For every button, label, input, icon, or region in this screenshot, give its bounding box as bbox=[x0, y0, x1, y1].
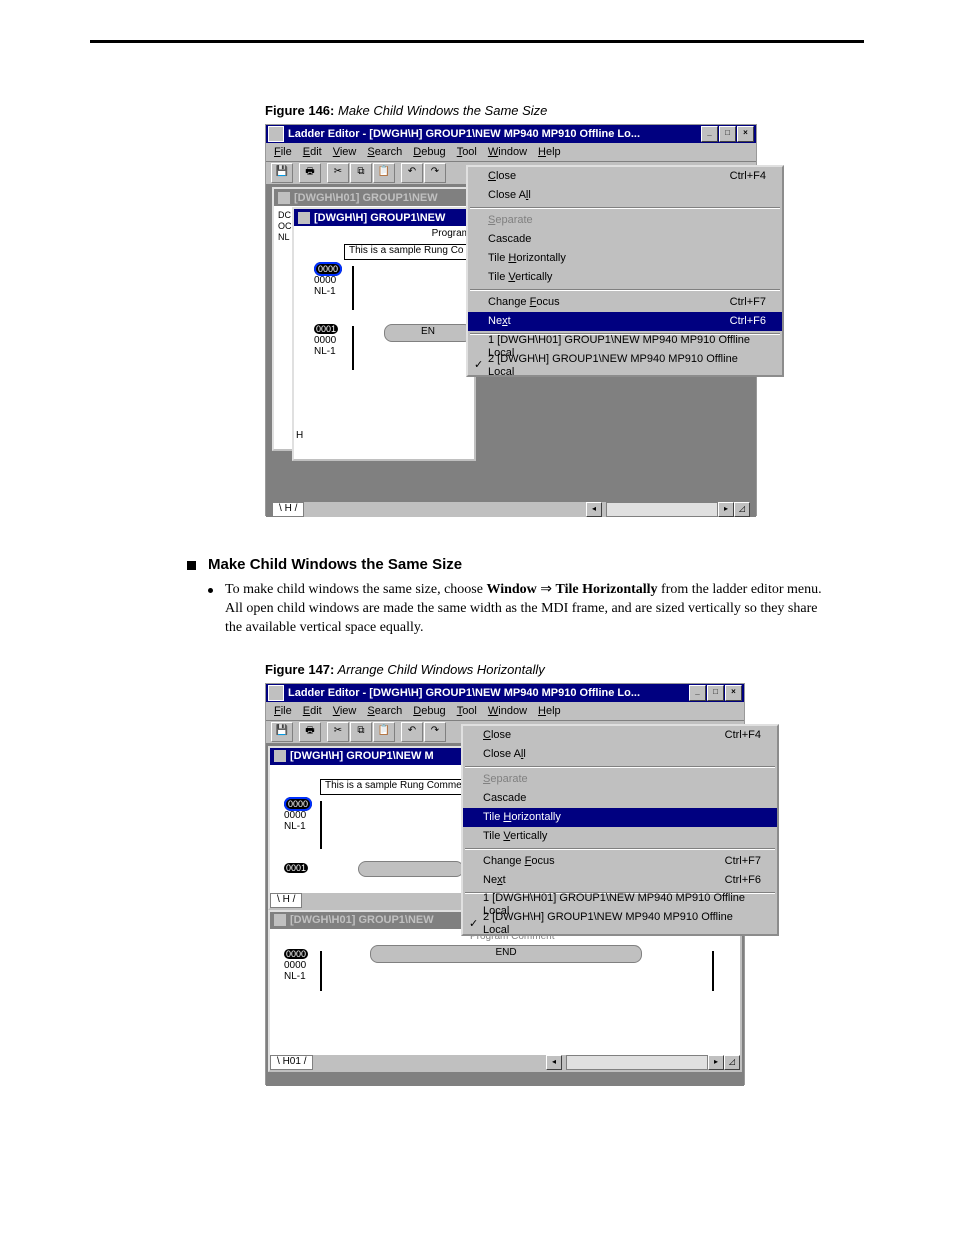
app-icon bbox=[268, 685, 284, 701]
menu-item-separate: Separate bbox=[463, 770, 777, 789]
scroll-right-button[interactable]: ▸ bbox=[718, 502, 734, 517]
menu-item-close-all[interactable]: Close All bbox=[463, 745, 777, 764]
menu-item-tile-v[interactable]: Tile Vertically bbox=[463, 827, 777, 846]
bullet-dot-icon bbox=[208, 588, 213, 593]
resize-grip-icon[interactable]: ◿ bbox=[734, 502, 750, 517]
end-block: END bbox=[370, 945, 642, 963]
menu-window[interactable]: Window bbox=[488, 705, 527, 717]
menu-file[interactable]: File bbox=[274, 705, 292, 717]
rung-comment: This is a sample Rung Co bbox=[344, 244, 472, 260]
menu-search[interactable]: Search bbox=[367, 705, 402, 717]
menu-item-window-2[interactable]: ✓2 [DWGH\H] GROUP1\NEW MP940 MP910 Offli… bbox=[463, 915, 777, 934]
menu-item-window-2[interactable]: ✓2 [DWGH\H] GROUP1\NEW MP940 MP910 Offli… bbox=[468, 356, 782, 375]
menu-tool[interactable]: Tool bbox=[457, 146, 477, 158]
close-button[interactable]: × bbox=[725, 685, 742, 701]
window-menu: CloseCtrl+F4 Close All Separate Cascade … bbox=[461, 724, 779, 936]
tab-h-upper: H bbox=[296, 430, 303, 441]
redo-icon[interactable]: ↷ bbox=[424, 722, 446, 742]
menu-window[interactable]: Window bbox=[488, 146, 527, 158]
window-menu: CloseCtrl+F4 Close All Separate Cascade … bbox=[466, 165, 784, 377]
title-bar: Ladder Editor - [DWGH\H] GROUP1\NEW MP94… bbox=[266, 684, 744, 702]
menu-item-cascade[interactable]: Cascade bbox=[468, 230, 782, 249]
minimize-button[interactable]: _ bbox=[689, 685, 706, 701]
window-title: Ladder Editor - [DWGH\H] GROUP1\NEW MP94… bbox=[288, 687, 640, 699]
rung-comment: This is a sample Rung Comme bbox=[320, 779, 468, 795]
copy-icon[interactable]: ⧉ bbox=[350, 163, 372, 183]
figure-a-caption: Figure 146: Make Child Windows the Same … bbox=[265, 103, 954, 118]
window-title: Ladder Editor - [DWGH\H] GROUP1\NEW MP94… bbox=[288, 128, 640, 140]
screenshot-a: Ladder Editor - [DWGH\H] GROUP1\NEW MP94… bbox=[265, 124, 757, 516]
menu-tool[interactable]: Tool bbox=[457, 705, 477, 717]
menu-edit[interactable]: Edit bbox=[303, 146, 322, 158]
menu-item-tile-h[interactable]: Tile Horizontally bbox=[463, 808, 777, 827]
scroll-right-button[interactable]: ▸ bbox=[708, 1055, 724, 1070]
print-icon[interactable]: 🖶 bbox=[299, 722, 321, 742]
rung-1-label: 0001 bbox=[284, 863, 308, 874]
child-window-2-title[interactable]: [DWGH\H] GROUP1\NEW bbox=[294, 209, 474, 226]
minimize-button[interactable]: _ bbox=[701, 126, 718, 142]
menu-item-change-focus[interactable]: Change FocusCtrl+F7 bbox=[468, 293, 782, 312]
paste-icon[interactable]: 📋 bbox=[373, 722, 395, 742]
resize-grip-icon[interactable]: ◿ bbox=[724, 1055, 740, 1070]
rung-0-label: 0000 0000 NL-1 bbox=[284, 799, 312, 832]
menu-item-close[interactable]: CloseCtrl+F4 bbox=[468, 167, 782, 186]
undo-icon[interactable]: ↶ bbox=[401, 722, 423, 742]
child-window-1-title[interactable]: [DWGH\H01] GROUP1\NEW bbox=[274, 189, 474, 206]
menu-item-separate: Separate bbox=[468, 211, 782, 230]
menu-item-close[interactable]: CloseCtrl+F4 bbox=[463, 726, 777, 745]
menu-view[interactable]: View bbox=[333, 146, 357, 158]
menu-edit[interactable]: Edit bbox=[303, 705, 322, 717]
cut-icon[interactable]: ✂ bbox=[327, 722, 349, 742]
menu-file[interactable]: File bbox=[274, 146, 292, 158]
figure-b-caption: Figure 147: Arrange Child Windows Horizo… bbox=[265, 662, 954, 677]
menu-item-next[interactable]: NextCtrl+F6 bbox=[463, 871, 777, 890]
app-icon bbox=[268, 126, 284, 142]
undo-icon[interactable]: ↶ bbox=[401, 163, 423, 183]
redo-icon[interactable]: ↷ bbox=[424, 163, 446, 183]
menu-item-tile-h[interactable]: Tile Horizontally bbox=[468, 249, 782, 268]
menu-bar: File Edit View Search Debug Tool Window … bbox=[266, 143, 756, 162]
menu-debug[interactable]: Debug bbox=[413, 705, 445, 717]
cut-icon[interactable]: ✂ bbox=[327, 163, 349, 183]
rung-0-label: 0000 0000 NL-1 bbox=[314, 264, 342, 297]
menu-item-change-focus[interactable]: Change FocusCtrl+F7 bbox=[463, 852, 777, 871]
scroll-left-button[interactable]: ◂ bbox=[586, 502, 602, 517]
menu-item-close-all[interactable]: Close All bbox=[468, 186, 782, 205]
bullet-square-icon bbox=[187, 561, 196, 570]
tab-h[interactable]: \ H / bbox=[270, 893, 302, 908]
menu-search[interactable]: Search bbox=[367, 146, 402, 158]
menu-bar: File Edit View Search Debug Tool Window … bbox=[266, 702, 744, 721]
tab-h[interactable]: \ H / bbox=[272, 502, 304, 517]
rung-1-label: 0001 0000 NL-1 bbox=[314, 324, 338, 357]
maximize-button[interactable]: □ bbox=[707, 685, 724, 701]
print-icon[interactable]: 🖶 bbox=[299, 163, 321, 183]
section-heading: Make Child Windows the Same Size bbox=[187, 556, 834, 573]
copy-icon[interactable]: ⧉ bbox=[350, 722, 372, 742]
menu-help[interactable]: Help bbox=[538, 146, 561, 158]
left-gutter: DCOCNL bbox=[278, 210, 292, 243]
screenshot-b: Ladder Editor - [DWGH\H] GROUP1\NEW MP94… bbox=[265, 683, 745, 1085]
program-label: Program bbox=[432, 228, 470, 239]
maximize-button[interactable]: □ bbox=[719, 126, 736, 142]
menu-debug[interactable]: Debug bbox=[413, 146, 445, 158]
save-icon[interactable]: 💾 bbox=[271, 163, 293, 183]
rung-0-label: 0000 0000 NL-1 bbox=[284, 949, 308, 982]
menu-item-next[interactable]: NextCtrl+F6 bbox=[468, 312, 782, 331]
scroll-left-button[interactable]: ◂ bbox=[546, 1055, 562, 1070]
paste-icon[interactable]: 📋 bbox=[373, 163, 395, 183]
menu-item-tile-v[interactable]: Tile Vertically bbox=[468, 268, 782, 287]
save-icon[interactable]: 💾 bbox=[271, 722, 293, 742]
menu-item-cascade[interactable]: Cascade bbox=[463, 789, 777, 808]
tab-h01[interactable]: \ H01 / bbox=[270, 1055, 313, 1070]
instruction-step: To make child windows the same size, cho… bbox=[208, 581, 834, 638]
end-block-top bbox=[358, 861, 464, 877]
close-button[interactable]: × bbox=[737, 126, 754, 142]
menu-view[interactable]: View bbox=[333, 705, 357, 717]
menu-help[interactable]: Help bbox=[538, 705, 561, 717]
title-bar: Ladder Editor - [DWGH\H] GROUP1\NEW MP94… bbox=[266, 125, 756, 143]
